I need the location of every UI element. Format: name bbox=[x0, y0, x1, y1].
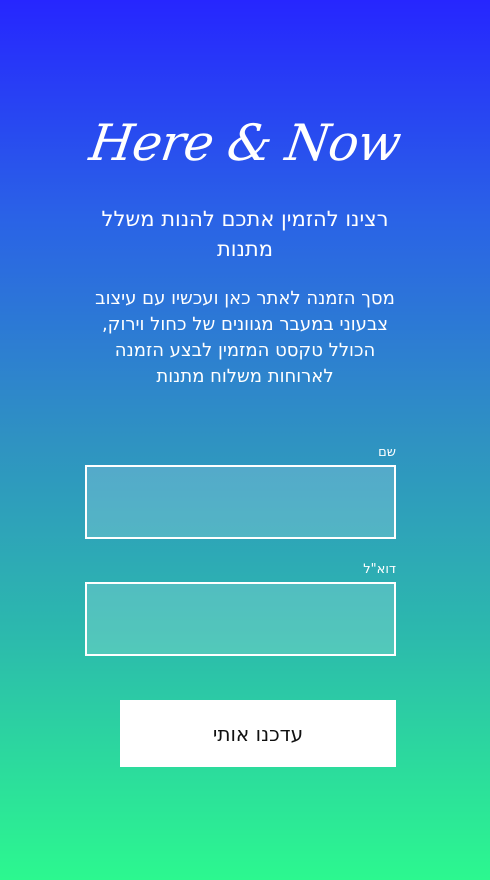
email-label: דוא"ל bbox=[363, 562, 396, 577]
name-label: שם bbox=[378, 445, 396, 460]
invitation-description: מסך הזמנה לאתר כאן ועכשיו עם עיצוב צבעונ… bbox=[95, 288, 395, 387]
invitation-title: רצינו להזמין אתכם להנות משלל מתנות bbox=[101, 207, 389, 261]
email-input[interactable] bbox=[85, 582, 396, 656]
brand-logo: Here & Now bbox=[86, 114, 404, 172]
name-input[interactable] bbox=[85, 465, 396, 539]
notify-me-button[interactable]: עדכנו אותי bbox=[120, 700, 396, 767]
invitation-screen: Here & Now רצינו להזמין אתכם להנות משלל … bbox=[0, 0, 490, 880]
